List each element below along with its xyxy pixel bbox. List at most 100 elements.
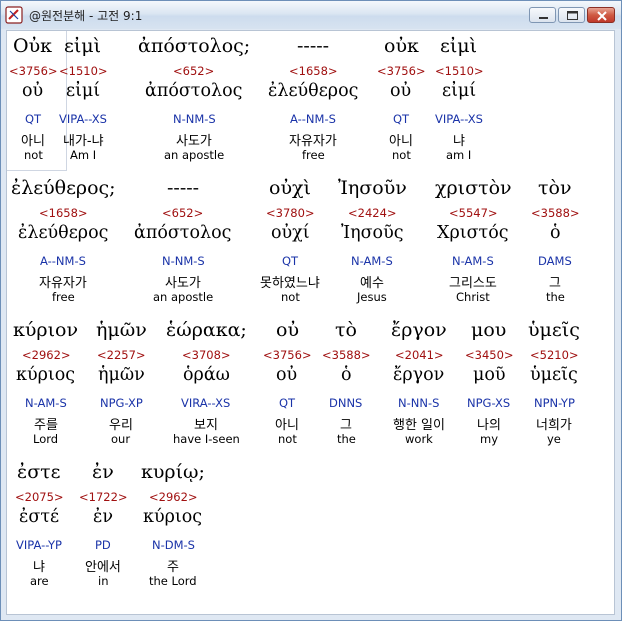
- korean-gloss: 나의: [477, 418, 501, 433]
- greek-word: ὑμεῖς: [528, 319, 580, 341]
- english-gloss: not: [392, 148, 411, 162]
- greek-word: χριστὸν: [435, 177, 512, 199]
- korean-gloss: 내가-냐: [63, 134, 104, 149]
- korean-gloss: 안에서: [85, 560, 121, 575]
- korean-gloss: 냐: [33, 560, 45, 575]
- lemma-word: κύριος: [16, 365, 76, 385]
- lemma-word: ὁράω: [183, 365, 230, 385]
- minimize-icon: [539, 17, 548, 19]
- greek-word: κύριον: [13, 319, 79, 341]
- strong-number: <3756>: [377, 64, 426, 78]
- greek-word: Ἰησοῦν: [338, 177, 407, 199]
- greek-word: οὐχὶ: [269, 177, 311, 199]
- korean-gloss: 냐: [453, 134, 465, 149]
- parsing-code: N-NM-S: [173, 112, 216, 126]
- greek-word: κυρίῳ;: [141, 461, 205, 483]
- strong-number: <2424>: [348, 206, 397, 220]
- english-gloss: work: [405, 432, 433, 446]
- lemma-word: ἐν: [93, 507, 114, 527]
- korean-gloss: 자유자가: [289, 134, 337, 149]
- lemma-word: ἀπόστολος: [145, 81, 243, 101]
- title-bar[interactable]: @원전분해 - 고전 9:1: [1, 1, 621, 29]
- parsing-code: NPN-YP: [534, 396, 575, 410]
- lemma-word: οὐ: [22, 81, 44, 101]
- korean-gloss: 사도가: [176, 134, 212, 149]
- parsing-code: DNNS: [329, 396, 363, 410]
- parsing-code: NPG-XS: [467, 396, 511, 410]
- english-gloss: the: [337, 432, 356, 446]
- parsing-code: A--NM-S: [40, 254, 86, 268]
- parsing-code: QT: [25, 112, 42, 126]
- english-gloss: an apostle: [164, 148, 225, 162]
- greek-word: ἑώρακα;: [166, 319, 247, 341]
- strong-number: <3756>: [263, 348, 312, 362]
- greek-word: εἰμὶ: [64, 35, 102, 57]
- interlinear-panel: Οὐκ <3756> οὐ QT 아니 not εἰμὶ <1510> εἰμί VIPA--XS…: [6, 30, 615, 615]
- korean-gloss: 그리스도: [449, 276, 497, 291]
- lemma-word: ὁ: [550, 223, 561, 243]
- parsing-code: VIPA--YP: [16, 538, 62, 552]
- greek-word: οὐκ: [384, 35, 419, 57]
- close-icon: [597, 11, 607, 21]
- english-gloss: Am I: [70, 148, 97, 162]
- parsing-code: VIPA--XS: [435, 112, 483, 126]
- strong-number: <1510>: [435, 64, 484, 78]
- strong-number: <2962>: [22, 348, 71, 362]
- close-button[interactable]: [587, 7, 615, 23]
- strong-number: <3708>: [182, 348, 231, 362]
- minimize-button[interactable]: [529, 7, 556, 23]
- strong-number: <1722>: [79, 490, 128, 504]
- korean-gloss: 아니: [389, 134, 413, 149]
- parsing-code: A--NM-S: [290, 112, 336, 126]
- strong-number: <652>: [162, 206, 204, 220]
- strong-number: <2041>: [395, 348, 444, 362]
- strong-number: <3588>: [322, 348, 371, 362]
- parsing-code: N-AM-S: [452, 254, 494, 268]
- lemma-word: οὐχί: [271, 223, 310, 243]
- greek-word: Οὐκ: [13, 35, 53, 57]
- parsing-code: VIPA--XS: [59, 112, 107, 126]
- app-window: @원전분해 - 고전 9:1 Οὐκ <3756> οὐ QT 아니 not εἰμὶ <15…: [0, 0, 622, 621]
- korean-gloss: 못하였느냐: [260, 276, 320, 291]
- english-gloss: am I: [446, 148, 472, 162]
- english-gloss: Jesus: [357, 290, 387, 304]
- english-gloss: the: [546, 290, 565, 304]
- lemma-word: ἐλεύθερος: [18, 223, 109, 243]
- parsing-code: VIRA--XS: [181, 396, 231, 410]
- app-icon: [5, 6, 23, 24]
- lemma-word: οὐ: [390, 81, 412, 101]
- lemma-word: εἰμί: [442, 81, 477, 101]
- greek-word: εἰμὶ: [440, 35, 478, 57]
- lemma-word: οὐ: [276, 365, 298, 385]
- english-gloss: the Lord: [149, 574, 197, 588]
- greek-word: τὸν: [538, 177, 572, 199]
- strong-number: <1658>: [289, 64, 338, 78]
- strong-number: <5210>: [530, 348, 579, 362]
- strong-number: <2962>: [149, 490, 198, 504]
- lemma-word: ὑμεῖς: [530, 365, 578, 385]
- english-gloss: are: [30, 574, 49, 588]
- lemma-word: εἰμί: [66, 81, 101, 101]
- parsing-code: N-NM-S: [162, 254, 205, 268]
- greek-word: -----: [167, 177, 200, 199]
- english-gloss: free: [52, 290, 75, 304]
- korean-gloss: 우리: [109, 418, 133, 433]
- english-gloss: my: [480, 432, 499, 446]
- english-gloss: not: [24, 148, 43, 162]
- strong-number: <3450>: [465, 348, 514, 362]
- greek-word: ἡμῶν: [96, 319, 147, 341]
- english-gloss: an apostle: [153, 290, 214, 304]
- parsing-code: PD: [95, 538, 111, 552]
- english-gloss: in: [98, 574, 109, 588]
- parsing-code: QT: [393, 112, 410, 126]
- parsing-code: N-AM-S: [25, 396, 67, 410]
- strong-number: <5547>: [449, 206, 498, 220]
- lemma-word: κύριος: [143, 507, 203, 527]
- korean-gloss: 주를: [34, 418, 58, 433]
- korean-gloss: 주: [167, 560, 179, 575]
- greek-word: ἐστε: [17, 461, 61, 483]
- window-title: @원전분해 - 고전 9:1: [29, 9, 143, 23]
- parsing-code: N-AM-S: [351, 254, 393, 268]
- maximize-button[interactable]: [558, 7, 585, 23]
- korean-gloss: 자유자가: [39, 276, 87, 291]
